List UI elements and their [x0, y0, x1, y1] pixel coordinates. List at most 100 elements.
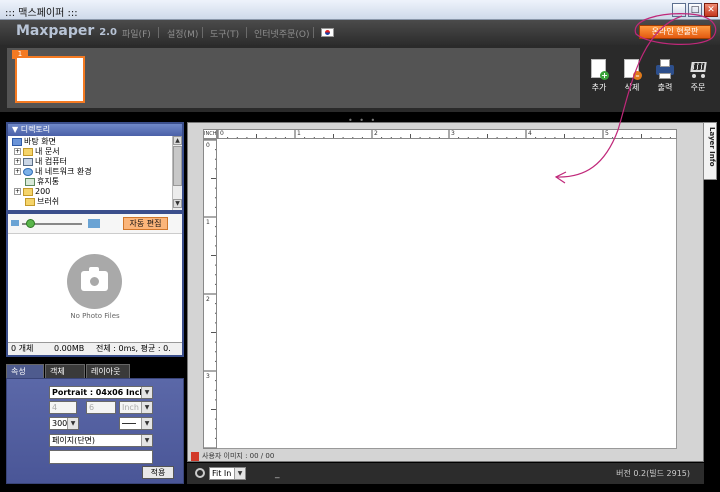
tab-objects[interactable]: 객체: [45, 364, 85, 378]
thumbnail-area: 1 + 추가 – 삭제 출력 주문: [0, 45, 720, 112]
zoom-icon: [195, 468, 205, 478]
tree-item-network[interactable]: + 내 네트워크 환경: [14, 167, 92, 177]
expand-icon[interactable]: +: [14, 188, 21, 195]
ruler-label: 1: [297, 130, 301, 137]
tab-properties[interactable]: 속성: [6, 364, 44, 378]
status-cursor: _: [275, 469, 280, 479]
chevron-down-icon: ▼: [67, 418, 78, 429]
apply-button[interactable]: 적용: [142, 466, 174, 479]
online-order-button[interactable]: 온라인 현물판: [639, 25, 711, 39]
folder-icon: [23, 147, 33, 156]
tree-item-my-documents[interactable]: + 내 문서: [14, 147, 60, 157]
add-button[interactable]: + 추가: [584, 58, 614, 93]
tree-item-recycle-bin[interactable]: 휴지통: [25, 177, 59, 187]
scroll-up-icon[interactable]: ▲: [173, 136, 182, 145]
network-icon: [23, 167, 33, 176]
ruler-label: 4: [528, 130, 532, 137]
no-photo-message: No Photo Files: [70, 312, 120, 320]
close-button[interactable]: ✕: [704, 3, 718, 17]
delete-page-icon: –: [622, 58, 642, 80]
menu-separator: [313, 27, 314, 38]
directory-tree[interactable]: 바탕 화면 + 내 문서 + 내 컴퓨터 + 내 네트워크 환경 휴지통 +200 브…: [8, 136, 172, 210]
version-label: 버전 0.2(빌드 2915): [616, 469, 690, 478]
total-size: 0.00MB: [54, 344, 85, 353]
page-type-select[interactable]: 페이지(단면) ▼: [49, 434, 153, 447]
scroll-down-icon[interactable]: ▼: [173, 199, 182, 208]
image-file-icon: [191, 451, 199, 461]
ruler-label: 2: [206, 296, 210, 303]
timing-stats: 전체 : 0ms, 평균 : 0.: [96, 344, 171, 353]
directory-scrollbar[interactable]: ▲ ▼: [172, 136, 182, 210]
ruler-label: 2: [374, 130, 378, 137]
app-logo: Maxpaper 2.0: [16, 23, 117, 39]
tree-item-my-computer[interactable]: + 내 컴퓨터: [14, 157, 67, 167]
tab-layout[interactable]: 레이아웃: [86, 364, 130, 378]
menu-separator: [202, 27, 203, 38]
large-thumbnail-icon[interactable]: [88, 219, 100, 228]
directory-header[interactable]: ▼ 디렉토리: [8, 124, 182, 136]
desktop-icon: [12, 137, 22, 146]
menu-internet-order[interactable]: 인터넷주문(O): [254, 27, 310, 40]
expand-icon[interactable]: +: [14, 158, 21, 165]
printer-icon: [655, 58, 675, 80]
horizontal-ruler: 0 1 2 3 4 5: [217, 129, 677, 139]
ruler-unit: INCH: [203, 129, 217, 139]
unit-select[interactable]: Inch ▼: [119, 401, 153, 414]
menu-separator: [158, 27, 159, 38]
menu-separator: [246, 27, 247, 38]
height-field[interactable]: 6: [86, 401, 116, 414]
notes-field[interactable]: [49, 450, 153, 464]
layer-info-tab[interactable]: Layer Info: [703, 122, 717, 180]
chevron-down-icon: ▼: [234, 468, 245, 479]
folder-icon: [23, 187, 33, 196]
maximize-button[interactable]: □: [688, 3, 702, 17]
chevron-down-icon: ▼: [141, 387, 152, 398]
used-images-counter: 사용자 이미지 : 00 / 00: [191, 451, 274, 461]
ruler-label: 5: [605, 130, 609, 137]
camera-icon: [67, 254, 122, 309]
dpi-select[interactable]: 300 ▼: [49, 417, 79, 430]
menu-bar: Maxpaper 2.0 파일(F) 설정(M) 도구(T) 인터넷주문(O) …: [0, 20, 720, 45]
tree-item-brush[interactable]: 브러쉬: [25, 197, 59, 207]
print-button[interactable]: 출력: [650, 58, 680, 93]
photo-preview-panel: 자동 편집 No Photo Files 0 개체 0.00MB 전체 : 0m…: [6, 212, 184, 357]
small-thumbnail-icon[interactable]: [11, 220, 19, 226]
shopping-cart-icon: [688, 58, 708, 80]
chevron-down-icon: ▼: [141, 402, 152, 413]
photo-stats-bar: 0 개체 0.00MB 전체 : 0ms, 평균 : 0.: [8, 342, 182, 355]
tree-item-200[interactable]: +200: [14, 187, 50, 197]
status-bar: Fit In ▼ _ 버전 0.2(빌드 2915): [187, 463, 704, 484]
slider-knob[interactable]: [26, 219, 35, 228]
properties-panel: Portrait : 04x06 Inch ▼ 4 6 Inch ▼ 300 ▼ ▼ …: [6, 378, 184, 484]
menu-settings[interactable]: 설정(M): [167, 27, 198, 40]
page-canvas[interactable]: [217, 139, 677, 449]
paper-size-select[interactable]: Portrait : 04x06 Inch ▼: [49, 386, 153, 399]
ruler-ticks: [204, 140, 216, 448]
korean-flag-icon[interactable]: [321, 28, 334, 37]
directory-panel: ▼ 디렉토리 바탕 화면 + 내 문서 + 내 컴퓨터 + 내 네트워크 환경 휴지통…: [6, 122, 184, 212]
auto-edit-button[interactable]: 자동 편집: [123, 217, 168, 230]
page-thumbnail[interactable]: [15, 56, 85, 103]
recycle-bin-icon: [25, 177, 35, 186]
order-button[interactable]: 주문: [683, 58, 713, 93]
vertical-ruler: 0 1 2 3: [203, 139, 217, 449]
scroll-thumb[interactable]: [173, 146, 182, 186]
line-style-select[interactable]: ▼: [119, 417, 153, 430]
tree-item-desktop[interactable]: 바탕 화면: [12, 137, 56, 147]
delete-button[interactable]: – 삭제: [617, 58, 647, 93]
property-tabs: 속성 객체 레이아웃: [6, 364, 184, 378]
menu-file[interactable]: 파일(F): [122, 27, 151, 40]
minimize-button[interactable]: _: [672, 3, 686, 17]
thumbnail-strip[interactable]: 1: [7, 48, 580, 108]
zoom-fit-select[interactable]: Fit In ▼: [209, 467, 246, 480]
width-field[interactable]: 4: [49, 401, 77, 414]
menu-tools[interactable]: 도구(T): [210, 27, 239, 40]
ruler-label: 1: [206, 219, 210, 226]
expand-icon[interactable]: +: [14, 168, 21, 175]
folder-icon: [25, 197, 35, 206]
chevron-down-icon: ▼: [141, 435, 152, 446]
computer-icon: [23, 157, 33, 166]
expand-icon[interactable]: +: [14, 148, 21, 155]
ruler-label: 0: [220, 130, 224, 137]
object-count: 0 개체: [11, 344, 34, 353]
